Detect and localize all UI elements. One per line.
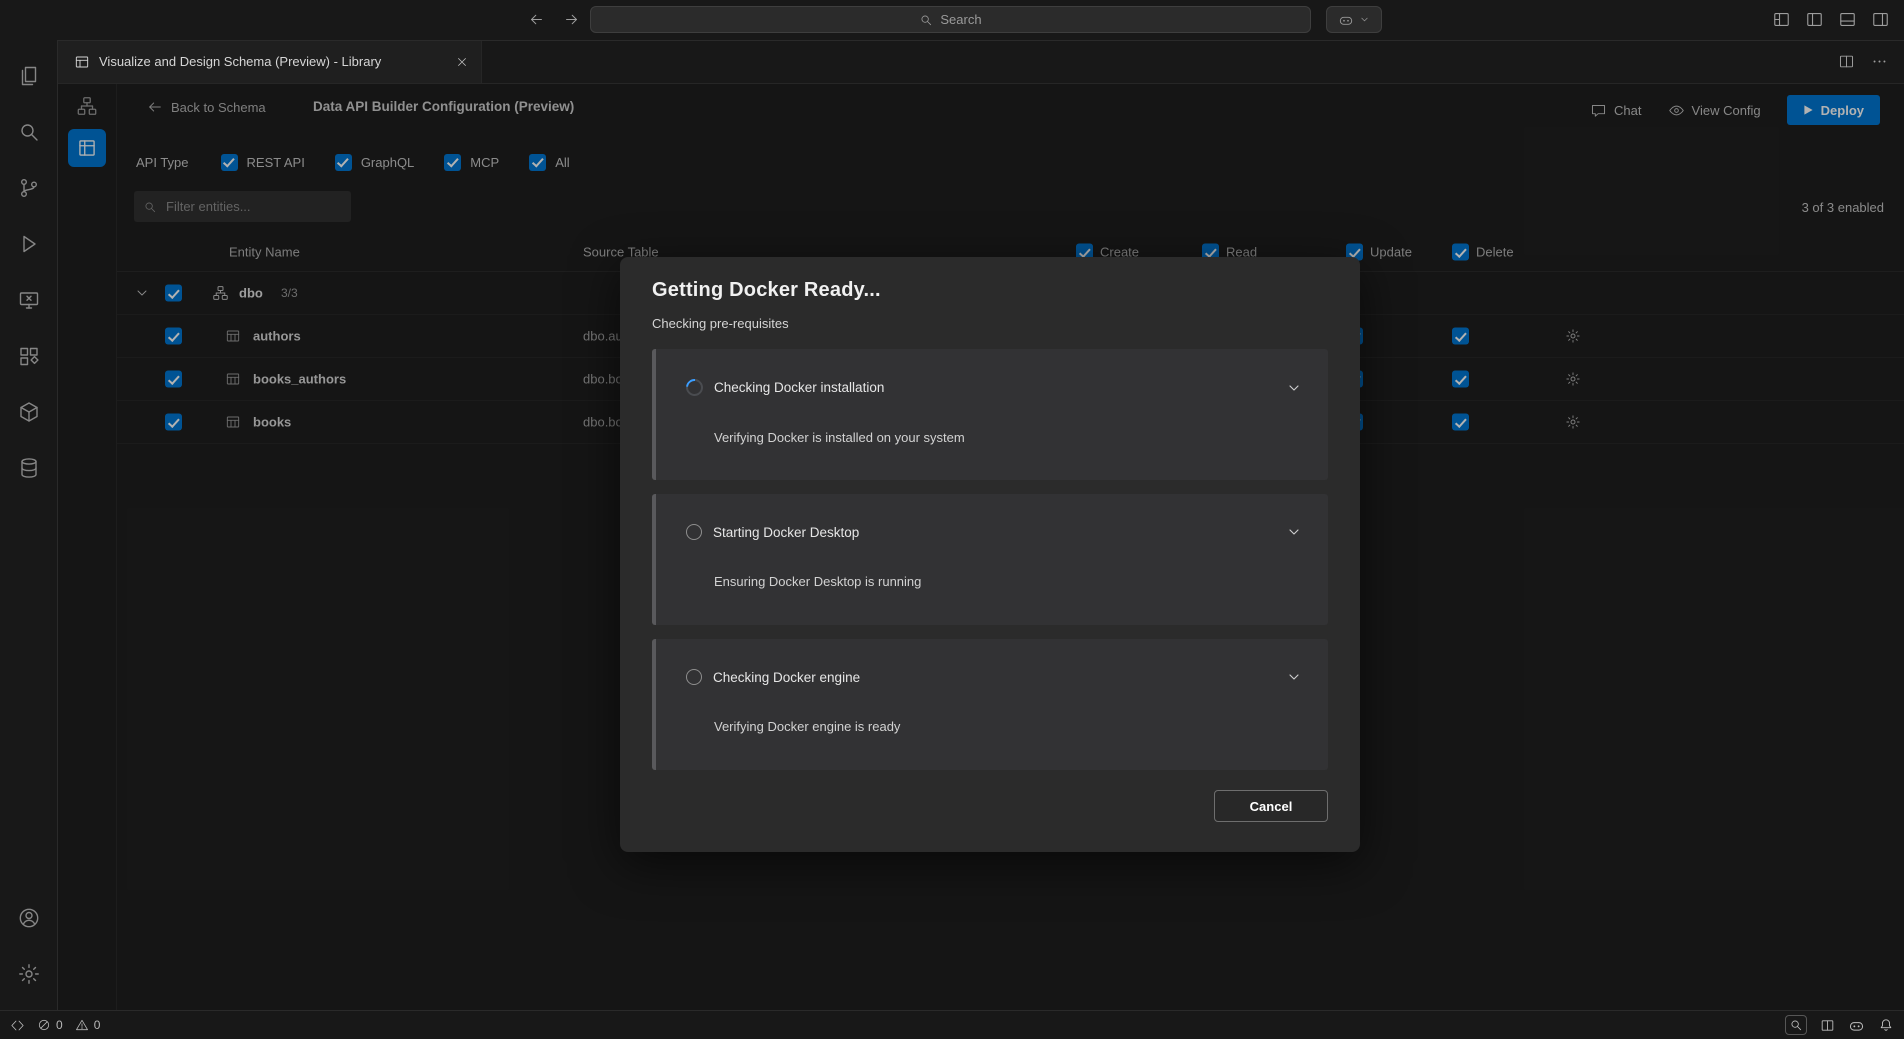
spinner-icon	[683, 376, 707, 400]
dialog-title: Getting Docker Ready...	[652, 279, 1328, 302]
chevron-down-icon[interactable]	[1286, 524, 1302, 540]
step-docker-installation[interactable]: Checking Docker installation Verifying D…	[652, 349, 1328, 480]
forward-arrow-icon[interactable]	[563, 11, 580, 28]
close-icon[interactable]	[455, 55, 469, 69]
dialog-subtitle: Checking pre-requisites	[652, 316, 1328, 331]
copilot-icon[interactable]	[1848, 1017, 1865, 1034]
tab-label: Visualize and Design Schema (Preview) - …	[99, 54, 381, 69]
zoom-icon[interactable]	[1785, 1015, 1807, 1035]
step-docker-desktop[interactable]: Starting Docker Desktop Ensuring Docker …	[652, 494, 1328, 625]
split-editor-icon[interactable]	[1838, 53, 1855, 70]
editor-layout-icon[interactable]	[1820, 1018, 1835, 1033]
tab-icon	[74, 54, 90, 70]
step-header: Checking Docker engine	[686, 669, 1302, 685]
database-icon[interactable]	[5, 440, 53, 496]
activity-bar	[0, 40, 58, 1010]
step-header: Starting Docker Desktop	[686, 524, 1302, 540]
step-docker-engine[interactable]: Checking Docker engine Verifying Docker …	[652, 639, 1328, 770]
error-icon	[37, 1018, 51, 1032]
pending-circle-icon	[686, 669, 702, 685]
errors-indicator[interactable]: 0	[37, 1018, 63, 1032]
status-bar: 0 0	[0, 1010, 1904, 1039]
step-header: Checking Docker installation	[686, 379, 1302, 396]
source-control-icon[interactable]	[5, 160, 53, 216]
bell-icon[interactable]	[1878, 1017, 1894, 1033]
more-actions-icon[interactable]	[1871, 53, 1888, 70]
cancel-button[interactable]: Cancel	[1214, 790, 1328, 822]
titlebar: Search	[0, 0, 1904, 41]
toggle-panel-icon[interactable]	[1838, 10, 1857, 29]
tab-bar: Visualize and Design Schema (Preview) - …	[58, 40, 1904, 84]
search-icon[interactable]	[5, 104, 53, 160]
settings-gear-icon[interactable]	[5, 946, 53, 1002]
warning-icon	[75, 1018, 89, 1032]
chevron-down-icon[interactable]	[1286, 380, 1302, 396]
customize-layout-icon[interactable]	[1772, 10, 1791, 29]
history-nav	[528, 11, 580, 28]
docker-ready-dialog: Getting Docker Ready... Checking pre-req…	[620, 257, 1360, 852]
remote-indicator[interactable]	[10, 1018, 25, 1033]
copilot-dropdown-button[interactable]	[1326, 6, 1382, 33]
search-placeholder: Search	[940, 12, 981, 27]
command-center-search[interactable]: Search	[590, 6, 1311, 33]
toggle-secondary-sidebar-icon[interactable]	[1871, 10, 1890, 29]
explorer-icon[interactable]	[5, 48, 53, 104]
package-icon[interactable]	[5, 384, 53, 440]
status-bar-right	[1785, 1015, 1894, 1035]
run-debug-icon[interactable]	[5, 216, 53, 272]
extensions-icon[interactable]	[5, 328, 53, 384]
back-arrow-icon[interactable]	[528, 11, 545, 28]
copilot-icon	[1338, 12, 1354, 28]
search-icon	[919, 13, 933, 27]
toggle-primary-sidebar-icon[interactable]	[1805, 10, 1824, 29]
editor-actions	[1838, 40, 1904, 83]
pending-circle-icon	[686, 524, 702, 540]
tab-schema-designer[interactable]: Visualize and Design Schema (Preview) - …	[58, 40, 482, 83]
layout-controls	[1772, 10, 1890, 29]
warnings-indicator[interactable]: 0	[75, 1018, 101, 1032]
chevron-down-icon[interactable]	[1286, 669, 1302, 685]
remote-explorer-icon[interactable]	[5, 272, 53, 328]
chevron-down-icon	[1359, 14, 1370, 25]
account-icon[interactable]	[5, 890, 53, 946]
